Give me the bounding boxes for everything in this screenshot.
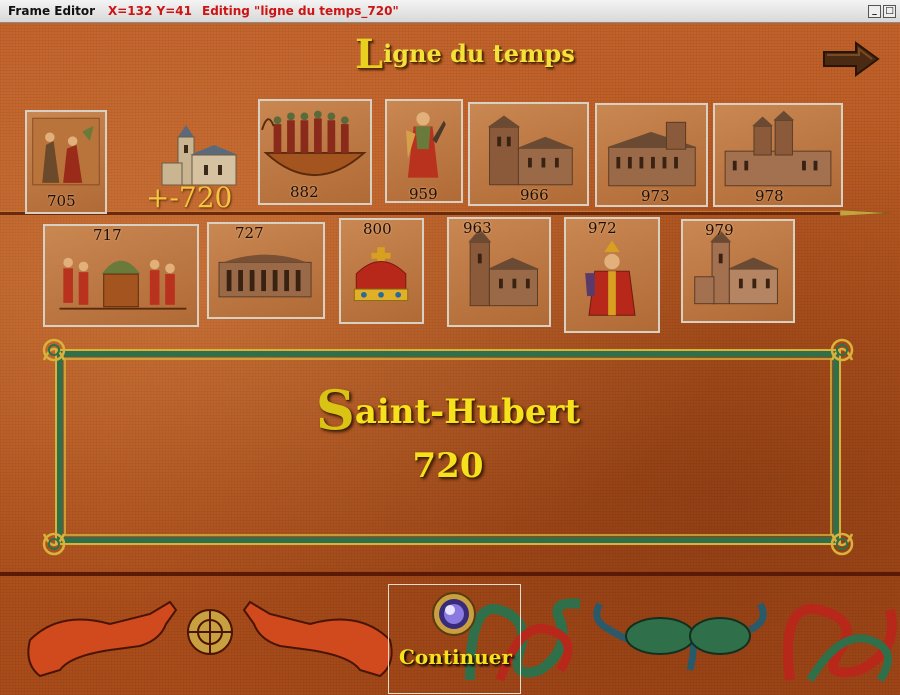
- timeline-thumb-959[interactable]: 959: [385, 99, 463, 203]
- timeline-year: 978: [755, 187, 784, 205]
- timeline-thumb-966[interactable]: 966: [468, 102, 589, 206]
- timeline-thumb-717[interactable]: 717: [43, 224, 199, 327]
- event-title: Saint-Hubert: [38, 378, 858, 442]
- maximize-button[interactable]: □: [883, 5, 896, 18]
- timeline-thumb-978[interactable]: 978: [713, 103, 843, 207]
- page-title-initial: L: [355, 31, 384, 78]
- timeline-year: 705: [47, 192, 76, 210]
- timeline-year: 717: [93, 226, 122, 244]
- next-page-button[interactable]: [822, 41, 880, 77]
- cursor-coordinates: X=132 Y=41: [108, 4, 192, 18]
- app-title: Frame Editor: [8, 4, 96, 18]
- event-title-initial: S: [315, 378, 355, 442]
- timeline-year: 963: [463, 219, 492, 237]
- editing-status: Editing "ligne du temps_720": [202, 4, 399, 18]
- timeline-thumb-963[interactable]: 963: [447, 217, 551, 327]
- colonnade-building-icon: [218, 254, 312, 298]
- continue-label: Continuer: [399, 645, 512, 669]
- timeline-year: 882: [290, 183, 319, 201]
- continue-button[interactable]: Continuer: [388, 584, 521, 694]
- timeline-thumb-727[interactable]: 727: [207, 222, 325, 319]
- timeline-thumb-973[interactable]: 973: [595, 103, 708, 207]
- window-titlebar: Frame Editor X=132 Y=41 Editing "ligne d…: [0, 0, 900, 23]
- timeline-thumb-882[interactable]: 882: [258, 99, 372, 205]
- event-title-rest: aint-Hubert: [354, 392, 581, 432]
- timeline-axis: [0, 210, 891, 216]
- event-year: 720: [412, 446, 484, 486]
- timeline-year: 959: [409, 185, 438, 203]
- timeline-year: 800: [363, 220, 392, 238]
- event-info-panel: Saint-Hubert 720: [38, 336, 858, 558]
- timeline-thumb-705[interactable]: 705: [25, 110, 107, 214]
- arrow-right-icon: [823, 41, 880, 77]
- frieze-top-border: [0, 572, 900, 576]
- timeline-thumb-979[interactable]: 979: [681, 219, 795, 323]
- romanesque-church-icon: [694, 230, 780, 305]
- timeline-thumb-800[interactable]: 800: [339, 218, 424, 324]
- page-title-rest: igne du temps: [383, 39, 575, 68]
- timeline-year: 979: [705, 221, 734, 239]
- timeline-year: 973: [641, 187, 670, 205]
- minimize-button[interactable]: _: [868, 5, 881, 18]
- timeline-thumb-972[interactable]: 972: [564, 217, 660, 333]
- scene-canvas: Ligne du temps 705 +-720 882 959 966 973…: [0, 23, 900, 695]
- timeline-year: 972: [588, 219, 617, 237]
- timeline-year: 727: [235, 224, 264, 242]
- timeline-year: 966: [520, 186, 549, 204]
- page-title: Ligne du temps: [355, 31, 575, 78]
- current-year-label: +-720: [146, 181, 233, 214]
- church-icon: [160, 115, 238, 187]
- crystal-orb-icon: [432, 592, 476, 636]
